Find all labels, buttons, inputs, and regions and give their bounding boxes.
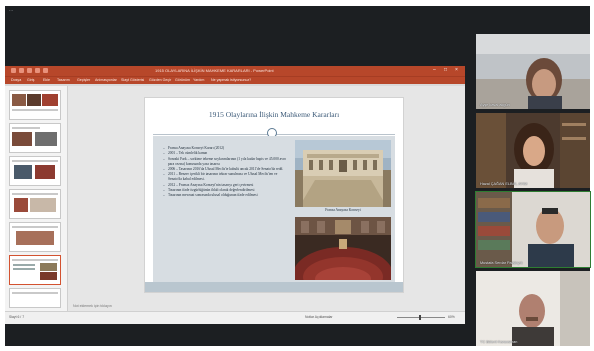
tab-home[interactable]: Giriş — [27, 78, 34, 82]
maximize-icon[interactable]: □ — [444, 68, 447, 73]
participant-video — [476, 34, 590, 109]
screen: ... 1915 OLAYLARINA İLİŞKİN MAHKEME KARA… — [0, 0, 594, 351]
participant-video — [476, 271, 590, 346]
undo-icon[interactable] — [27, 68, 32, 73]
slide-thumbnail[interactable] — [9, 222, 61, 252]
slide-counter: Slayt 6 / 7 — [9, 315, 25, 319]
participant-tile-active-speaker[interactable]: Mustafa Serdar Palabıyık — [475, 191, 591, 268]
notes-placeholder[interactable]: Not eklemek için tıklayın — [73, 304, 112, 308]
slide-thumbnail[interactable] — [9, 90, 61, 120]
zoom-slider-knob[interactable] — [419, 315, 421, 320]
bullet-item: Tasarının mevzuat sonrasında ulusal oldu… — [163, 193, 291, 198]
slide-thumbnail-selected[interactable] — [9, 255, 61, 285]
window-caption: ... — [9, 7, 14, 13]
slide-content: Fransa Anayasa Konseyi Kararı (2012) 200… — [153, 136, 395, 282]
participant-name: Hazal ÇAĞAN ELBİR, AYIM — [480, 182, 528, 186]
bullet-item: 2012 – Fransız Anayasa Konseyi'nin tasar… — [163, 183, 291, 188]
participant-name: TC Bülent Karaosman — [480, 340, 518, 344]
slide-thumbnail[interactable] — [9, 123, 61, 153]
palais-royal-photo — [295, 140, 391, 207]
current-slide[interactable]: 1915 Olaylarına İlişkin Mahkeme Kararlar… — [144, 97, 404, 293]
autosave-icon[interactable] — [11, 68, 16, 73]
bullet-item: Fransa Anayasa Konseyi Kararı (2012) — [163, 146, 291, 151]
participant-video — [476, 113, 590, 188]
ppt-title-bar: 1915 OLAYLARINA İLİŞKİN MAHKEME KARARLAR… — [5, 66, 465, 76]
minimize-icon[interactable]: – — [433, 68, 436, 73]
tab-design[interactable]: Tasarım — [57, 78, 70, 82]
slide-thumbnail-pane[interactable] — [5, 86, 68, 311]
notes-comments-toggle[interactable]: Notlar Açıklamalar — [305, 315, 333, 319]
zoom-slider[interactable] — [397, 317, 445, 318]
shared-screen-powerpoint[interactable]: 1915 OLAYLARINA İLİŞKİN MAHKEME KARARLAR… — [5, 66, 465, 324]
bullet-item: Tasarının ifade özgürlüğünün ihlali olar… — [163, 188, 291, 193]
participant-name: Mustafa Serdar Palabıyık — [480, 261, 523, 265]
photo-caption: Fransa Anayasa Konseyi — [325, 208, 361, 212]
bullet-list: Fransa Anayasa Konseyi Kararı (2012) 200… — [163, 146, 291, 199]
bullet-item: 2006 – Tasarının 2016'da Ulusal Meclis't… — [163, 167, 291, 172]
tab-view[interactable]: Görünüm — [175, 78, 190, 82]
assembly-hall-photo — [295, 217, 391, 280]
slide-thumbnail[interactable] — [9, 156, 61, 186]
present-icon[interactable] — [43, 68, 48, 73]
slide-thumbnail[interactable] — [9, 189, 61, 219]
bullet-item: Sonraki Fark – sorkime tekeme soykırımla… — [163, 157, 291, 167]
slide-footer-band — [145, 282, 403, 292]
tab-slideshow[interactable]: Slayt Gösterisi — [121, 78, 144, 82]
tab-animations[interactable]: Animasyonlar — [95, 78, 117, 82]
slide-canvas[interactable]: 1915 Olaylarına İlişkin Mahkeme Kararlar… — [68, 86, 465, 311]
tab-insert[interactable]: Ekle — [43, 78, 50, 82]
bullet-item: 2001 – Tek cümlelik kanun — [163, 151, 291, 156]
tab-transitions[interactable]: Geçişler — [77, 78, 90, 82]
slide-title: 1915 Olaylarına İlişkin Mahkeme Kararlar… — [208, 110, 340, 119]
participant-video — [476, 192, 590, 267]
tell-me-search[interactable]: Ne yapmak istiyorsunuz? — [211, 78, 251, 82]
bullet-item: 2011 – Benzer içerikli bir tasarının tek… — [163, 172, 291, 182]
tab-help[interactable]: Yardım — [193, 78, 204, 82]
tab-file[interactable]: Dosya — [11, 78, 21, 82]
ppt-status-bar: Slayt 6 / 7 Notlar Açıklamalar 60% — [5, 311, 465, 324]
participant-tile[interactable]: Hazal ÇAĞAN ELBİR, AYIM — [476, 113, 590, 188]
ppt-document-title: 1915 OLAYLARINA İLİŞKİN MAHKEME KARARLAR… — [155, 68, 274, 73]
slide-thumbnail[interactable] — [9, 288, 61, 308]
tab-review[interactable]: Gözden Geçir — [149, 78, 171, 82]
participant-tile[interactable]: TC Bülent Karaosman — [476, 271, 590, 346]
save-icon[interactable] — [19, 68, 24, 73]
redo-icon[interactable] — [35, 68, 40, 73]
slide-header: 1915 Olaylarına İlişkin Mahkeme Kararlar… — [145, 98, 403, 130]
zoom-level[interactable]: 60% — [448, 315, 455, 319]
participant-name: Ayşe kaval akgün — [480, 103, 510, 107]
participant-tile[interactable]: Ayşe kaval akgün — [476, 34, 590, 109]
close-icon[interactable]: × — [455, 68, 458, 73]
